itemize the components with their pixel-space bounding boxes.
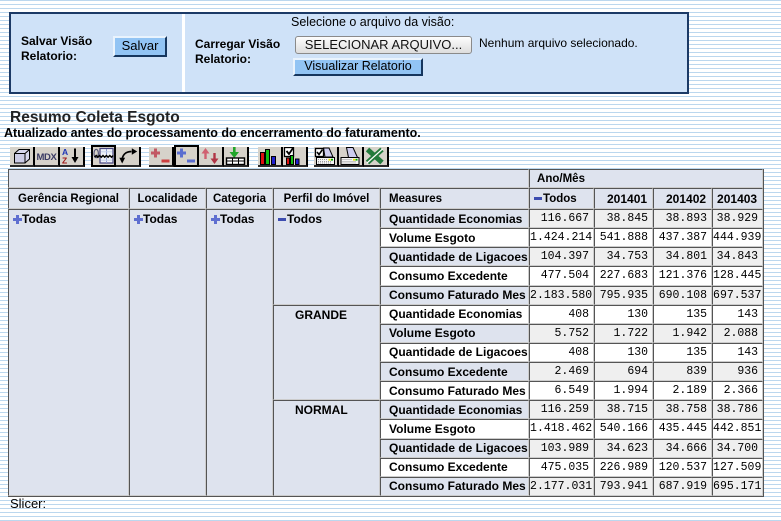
svg-text:MDX: MDX bbox=[37, 152, 58, 163]
svg-text:Z: Z bbox=[62, 156, 67, 166]
